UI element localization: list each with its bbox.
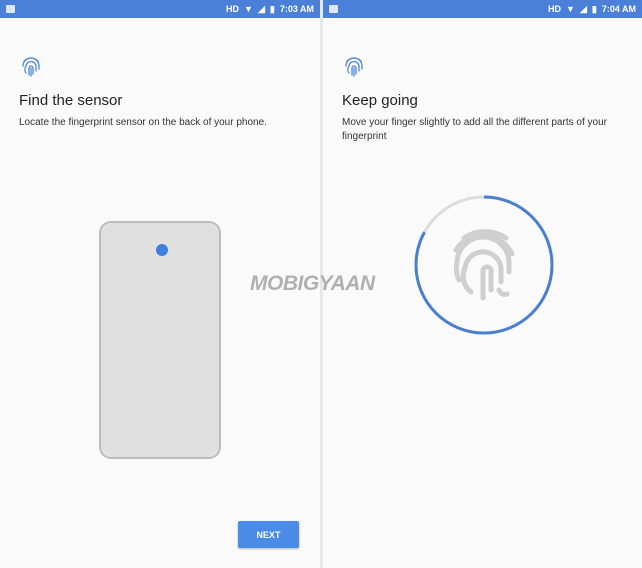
page-description: Move your finger slightly to add all the…: [342, 117, 607, 142]
battery-icon: ▮: [591, 3, 597, 14]
page-description: Locate the fingerprint sensor on the bac…: [19, 117, 267, 128]
status-bar: HD ▼ ◢ ▮ 7:03 AM: [0, 0, 320, 18]
page-title: Find the sensor: [19, 92, 123, 109]
clock: 7:03 AM: [279, 4, 314, 14]
image-notification-icon: [6, 5, 15, 13]
hd-badge: HD: [548, 4, 562, 14]
watermark: MOBIGYAAN: [250, 272, 375, 295]
next-button[interactable]: NEXT: [238, 521, 299, 548]
wifi-icon: ▼: [244, 4, 253, 14]
fingerprint-graphic: [453, 229, 515, 301]
signal-icon: ◢: [579, 3, 587, 14]
wifi-icon: ▼: [566, 4, 575, 14]
fingerprint-icon: [22, 57, 40, 77]
phone-illustration: [99, 221, 221, 459]
hd-badge: HD: [226, 4, 240, 14]
battery-icon: ▮: [269, 3, 275, 14]
image-notification-icon: [329, 5, 338, 13]
sensor-dot: [156, 244, 168, 256]
enrollment-progress-ring: [414, 195, 554, 335]
clock: 7:04 AM: [601, 4, 636, 14]
status-bar: HD ▼ ◢ ▮ 7:04 AM: [323, 0, 642, 18]
signal-icon: ◢: [257, 3, 265, 14]
fingerprint-icon: [345, 57, 363, 77]
page-title: Keep going: [342, 92, 418, 109]
